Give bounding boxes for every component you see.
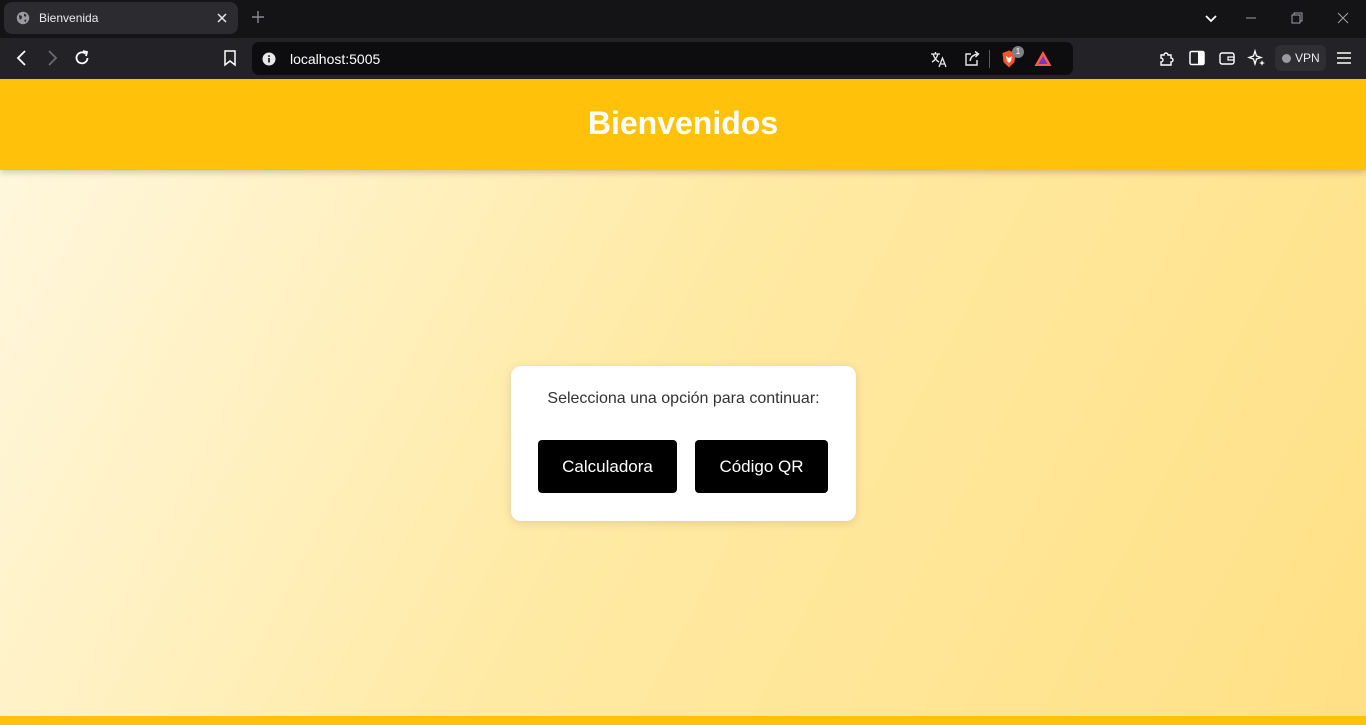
tab-strip: Bienvenida — [0, 0, 1366, 38]
vpn-button[interactable]: VPN — [1275, 45, 1326, 71]
shield-count-badge: 1 — [1012, 46, 1024, 58]
browser-tab[interactable]: Bienvenida — [4, 2, 238, 34]
new-tab-icon[interactable] — [251, 10, 265, 24]
bookmark-icon[interactable] — [220, 48, 240, 68]
forward-icon[interactable] — [42, 48, 62, 68]
menu-icon[interactable] — [1334, 48, 1354, 68]
vpn-label: VPN — [1295, 51, 1320, 65]
close-tab-icon[interactable] — [214, 10, 230, 26]
share-icon[interactable] — [962, 49, 982, 69]
restore-icon[interactable] — [1289, 10, 1305, 26]
leo-ai-icon[interactable] — [1247, 48, 1267, 68]
url-text[interactable]: localhost:5005 — [290, 51, 380, 67]
browser-toolbar: localhost:5005 1 VPN — [0, 38, 1366, 79]
back-icon[interactable] — [12, 48, 32, 68]
site-info-icon[interactable] — [262, 52, 276, 66]
tab-title: Bienvenida — [39, 11, 99, 25]
sidebar-icon[interactable] — [1187, 48, 1207, 68]
address-bar[interactable]: localhost:5005 1 — [252, 42, 1073, 75]
calculator-button[interactable]: Calculadora — [538, 440, 677, 493]
minimize-icon[interactable] — [1243, 10, 1259, 26]
qr-code-button[interactable]: Código QR — [695, 440, 828, 493]
page-title: Bienvenidos — [587, 105, 779, 141]
translate-icon[interactable] — [929, 49, 949, 69]
options-card: Selecciona una opción para continuar: Ca… — [511, 366, 856, 521]
options-prompt: Selecciona una opción para continuar: — [547, 390, 820, 407]
reload-icon[interactable] — [72, 48, 92, 68]
page-footer-bar — [0, 716, 1366, 725]
brave-rewards-icon[interactable] — [1033, 49, 1053, 69]
address-bar-divider — [989, 50, 990, 68]
page-header: Bienvenidos — [0, 79, 1366, 170]
vpn-status-icon — [1282, 54, 1291, 63]
close-window-icon[interactable] — [1335, 10, 1351, 26]
page-viewport: Bienvenidos Selecciona una opción para c… — [0, 79, 1366, 725]
extensions-icon[interactable] — [1157, 48, 1177, 68]
globe-icon — [16, 11, 30, 25]
tab-search-chevron-icon[interactable] — [1203, 10, 1219, 26]
wallet-icon[interactable] — [1217, 48, 1237, 68]
